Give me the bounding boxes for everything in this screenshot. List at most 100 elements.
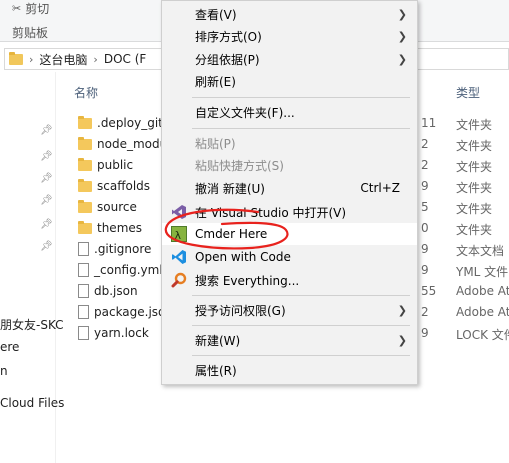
file-type: 文件夹 xyxy=(456,139,493,153)
menu-item-open-in-visual-studio[interactable]: 在 Visual Studio 中打开(V) xyxy=(162,201,417,223)
file-type: 文件夹 xyxy=(456,118,493,132)
clipboard-group-label: 剪贴板 xyxy=(12,26,49,40)
file-row[interactable]: .deploy_git xyxy=(78,113,163,133)
file-date-fragment: 2 xyxy=(421,305,429,319)
menu-item-paste[interactable]: 粘贴(P) xyxy=(162,132,417,154)
cmder-icon: λ xyxy=(171,226,187,242)
menu-item-customize-folder[interactable]: 自定义文件夹(F)... xyxy=(162,101,417,123)
file-name: package.jso xyxy=(94,305,166,319)
column-header-type[interactable]: 类型 xyxy=(456,84,480,101)
file-name: .gitignore xyxy=(94,242,152,256)
nav-item[interactable]: ere xyxy=(0,340,19,354)
menu-item-paste-shortcut[interactable]: 粘贴快捷方式(S) xyxy=(162,154,417,176)
menu-item-group-by[interactable]: 分组依据(P) ❯ xyxy=(162,48,417,70)
file-date-fragment: 0 xyxy=(421,221,429,235)
context-menu: 查看(V) ❯ 排序方式(O) ❯ 分组依据(P) ❯ 刷新(E) 自定义文件夹… xyxy=(161,0,418,385)
shortcut-label: Ctrl+Z xyxy=(360,181,400,195)
file-date-fragment: 55 xyxy=(421,284,437,298)
scissors-icon: ✂ xyxy=(12,2,22,15)
file-type: 文件夹 xyxy=(456,181,493,195)
column-header-name[interactable]: 名称 xyxy=(74,84,98,101)
chevron-right-icon: ❯ xyxy=(397,7,407,21)
file-name: source xyxy=(97,200,137,214)
breadcrumb-this-pc[interactable]: 这台电脑 xyxy=(39,51,87,68)
menu-item-properties[interactable]: 属性(R) xyxy=(162,359,417,381)
pin-icon[interactable]: 📌︎ xyxy=(40,242,53,252)
file-row[interactable]: _config.yml xyxy=(78,260,163,280)
file-name: db.json xyxy=(94,284,138,298)
file-row[interactable]: source xyxy=(78,197,137,217)
folder-icon xyxy=(78,178,92,192)
file-row[interactable]: yarn.lock xyxy=(78,323,149,343)
file-type: 文件夹 xyxy=(456,223,493,237)
file-name: scaffolds xyxy=(97,179,151,193)
chevron-right-icon: ❯ xyxy=(397,303,407,317)
file-date-fragment: 9 xyxy=(421,326,429,340)
file-type: 文件夹 xyxy=(456,202,493,216)
pin-icon[interactable]: 📌︎ xyxy=(40,152,53,162)
visual-studio-icon xyxy=(171,204,187,220)
menu-item-sort-by[interactable]: 排序方式(O) ❯ xyxy=(162,25,417,47)
file-icon xyxy=(78,263,89,277)
menu-item-open-with-code[interactable]: Open with Code xyxy=(162,246,417,268)
file-name: node_modu xyxy=(97,137,168,151)
file-type: YML 文件 xyxy=(456,265,509,279)
file-type: Adobe At xyxy=(456,284,509,298)
breadcrumb-doc[interactable]: DOC (F xyxy=(104,52,146,66)
file-icon xyxy=(78,284,89,298)
file-date-fragment: 2 xyxy=(421,158,429,172)
folder-icon xyxy=(78,115,92,129)
nav-item[interactable]: n xyxy=(0,364,8,378)
menu-separator xyxy=(192,295,410,296)
file-type: LOCK 文件 xyxy=(456,328,509,342)
file-icon xyxy=(78,326,89,340)
cut-label: 剪切 xyxy=(25,2,50,16)
nav-item[interactable]: 朋女友-SKC xyxy=(0,316,64,333)
file-row[interactable]: themes xyxy=(78,218,142,238)
menu-separator xyxy=(192,128,410,129)
file-name: public xyxy=(97,158,134,172)
file-row[interactable]: public xyxy=(78,155,133,175)
pin-icon[interactable]: 📌︎ xyxy=(40,220,53,230)
file-icon xyxy=(78,305,89,319)
chevron-right-icon: › xyxy=(93,52,98,66)
file-type: Adobe At xyxy=(456,305,509,319)
folder-icon xyxy=(9,51,23,65)
file-date-fragment: 5 xyxy=(421,200,429,214)
menu-item-search-everything[interactable]: 搜索 Everything... xyxy=(162,269,417,291)
menu-separator xyxy=(192,325,410,326)
folder-icon xyxy=(78,220,92,234)
file-row[interactable]: .gitignore xyxy=(78,239,151,259)
file-type: 文本文档 xyxy=(456,244,505,258)
file-row[interactable]: scaffolds xyxy=(78,176,150,196)
menu-item-cmder-here[interactable]: λ Cmder Here xyxy=(162,223,417,245)
chevron-right-icon: ❯ xyxy=(397,29,407,43)
pin-icon[interactable]: 📌︎ xyxy=(40,196,53,206)
folder-icon xyxy=(78,136,92,150)
file-date-fragment: 9 xyxy=(421,242,429,256)
menu-item-view[interactable]: 查看(V) ❯ xyxy=(162,3,417,25)
pin-icon[interactable]: 📌︎ xyxy=(40,174,53,184)
menu-separator xyxy=(192,97,410,98)
folder-icon xyxy=(78,157,92,171)
pin-icon[interactable]: 📌︎ xyxy=(40,126,53,136)
menu-item-give-access[interactable]: 授予访问权限(G) ❯ xyxy=(162,299,417,321)
file-date-fragment: 9 xyxy=(421,179,429,193)
folder-icon xyxy=(78,199,92,213)
menu-item-refresh[interactable]: 刷新(E) xyxy=(162,70,417,92)
cut-button[interactable]: ✂ 剪切 xyxy=(12,0,49,17)
file-date-fragment: 11 xyxy=(421,116,437,130)
chevron-right-icon: ❯ xyxy=(397,52,407,66)
everything-search-icon xyxy=(171,272,187,288)
vscode-icon xyxy=(171,249,187,265)
file-type: 文件夹 xyxy=(456,160,493,174)
menu-separator xyxy=(192,355,410,356)
nav-item[interactable]: Cloud Files xyxy=(0,396,64,410)
file-row[interactable]: package.jso xyxy=(78,302,165,322)
file-name: yarn.lock xyxy=(94,326,149,340)
menu-item-new[interactable]: 新建(W) ❯ xyxy=(162,329,417,351)
file-row[interactable]: db.json xyxy=(78,281,138,301)
menu-item-undo-new[interactable]: 撤消 新建(U) Ctrl+Z xyxy=(162,177,417,199)
file-row[interactable]: node_modu xyxy=(78,134,167,154)
file-date-fragment: 9 xyxy=(421,263,429,277)
